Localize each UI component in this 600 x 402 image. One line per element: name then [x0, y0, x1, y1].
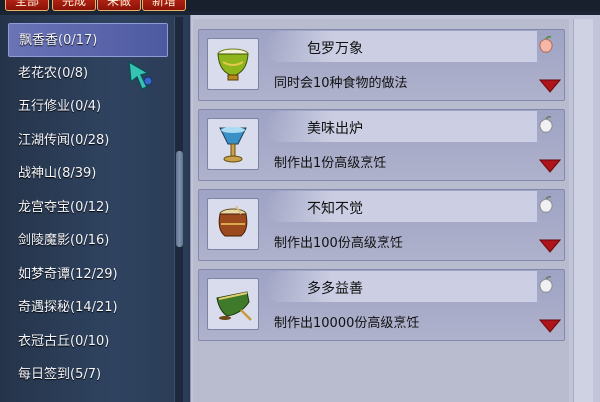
expand-arrow-icon[interactable] — [539, 319, 561, 333]
quest-panel: 包罗万象 同时会10种食物的做法 美味出炉 制作出1份高级烹饪 不知不觉 制作出… — [190, 15, 600, 402]
white-peach-icon — [539, 196, 553, 213]
mouse-cursor-icon — [128, 60, 153, 90]
tab-not-done[interactable]: 未做 — [97, 0, 141, 11]
tab-all[interactable]: 全部 — [5, 0, 49, 11]
expand-arrow-icon[interactable] — [539, 239, 561, 253]
quest-item-frame — [207, 198, 259, 250]
tab-new[interactable]: 新增 — [142, 0, 186, 11]
category-item-wuxing[interactable]: 五行修业(0/4) — [8, 90, 168, 124]
white-peach-icon — [539, 276, 553, 293]
pink-peach-icon — [539, 36, 553, 53]
quest-description: 制作出1份高级烹饪 — [274, 156, 387, 171]
quest-description: 制作出10000份高级烹饪 — [274, 316, 420, 331]
category-item-rumeng[interactable]: 如梦奇谭(12/29) — [8, 258, 168, 292]
white-peach-icon — [539, 116, 553, 133]
expand-arrow-icon[interactable] — [539, 159, 561, 173]
quest-title: 美味出炉 — [307, 121, 363, 137]
green-tea-bowl-icon — [216, 291, 252, 321]
category-item-jianling[interactable]: 剑陵魔影(0/16) — [8, 224, 168, 258]
quest-description: 制作出100份高级烹饪 — [274, 236, 403, 251]
quest-title: 多多益善 — [307, 281, 363, 297]
quest-card[interactable]: 多多益善 制作出10000份高级烹饪 — [198, 269, 565, 341]
blue-goblet-icon — [219, 127, 247, 163]
quest-description: 同时会10种食物的做法 — [274, 76, 408, 91]
quest-list: 包罗万象 同时会10种食物的做法 美味出炉 制作出1份高级烹饪 不知不觉 制作出… — [193, 19, 569, 402]
quest-card[interactable]: 包罗万象 同时会10种食物的做法 — [198, 29, 565, 101]
category-item-yiguan[interactable]: 衣冠古丘(0/10) — [8, 325, 168, 359]
clay-pot-icon — [218, 205, 248, 237]
quest-card[interactable]: 美味出炉 制作出1份高级烹饪 — [198, 109, 565, 181]
quest-card[interactable]: 不知不觉 制作出100份高级烹饪 — [198, 189, 565, 261]
category-panel: 飘香香(0/17) 老花农(0/8) 五行修业(0/4) 江湖传闻(0/28) … — [0, 15, 190, 402]
quest-item-frame — [207, 278, 259, 330]
category-item-qiyu[interactable]: 奇遇探秘(14/21) — [8, 291, 168, 325]
quest-item-frame — [207, 38, 259, 90]
category-scrollbar-thumb[interactable] — [176, 151, 183, 247]
tab-completed[interactable]: 完成 — [52, 0, 96, 11]
category-item-zhanshenshan[interactable]: 战神山(8/39) — [8, 157, 168, 191]
category-item-meiri[interactable]: 每日签到(5/7) — [8, 358, 168, 392]
category-item-piaoxiangxiang[interactable]: 飘香香(0/17) — [8, 23, 168, 57]
category-scrollbar[interactable] — [174, 17, 183, 402]
category-item-longgong[interactable]: 龙宫夺宝(0/12) — [8, 191, 168, 225]
category-item-jianghu[interactable]: 江湖传闻(0/28) — [8, 124, 168, 158]
quest-scrollbar[interactable] — [573, 19, 593, 402]
expand-arrow-icon[interactable] — [539, 79, 561, 93]
quest-title: 包罗万象 — [307, 41, 363, 57]
quest-item-frame — [207, 118, 259, 170]
green-bowl-icon — [217, 48, 249, 81]
top-tab-strip: 全部 完成 未做 新增 — [0, 0, 600, 11]
quest-title: 不知不觉 — [307, 201, 363, 217]
